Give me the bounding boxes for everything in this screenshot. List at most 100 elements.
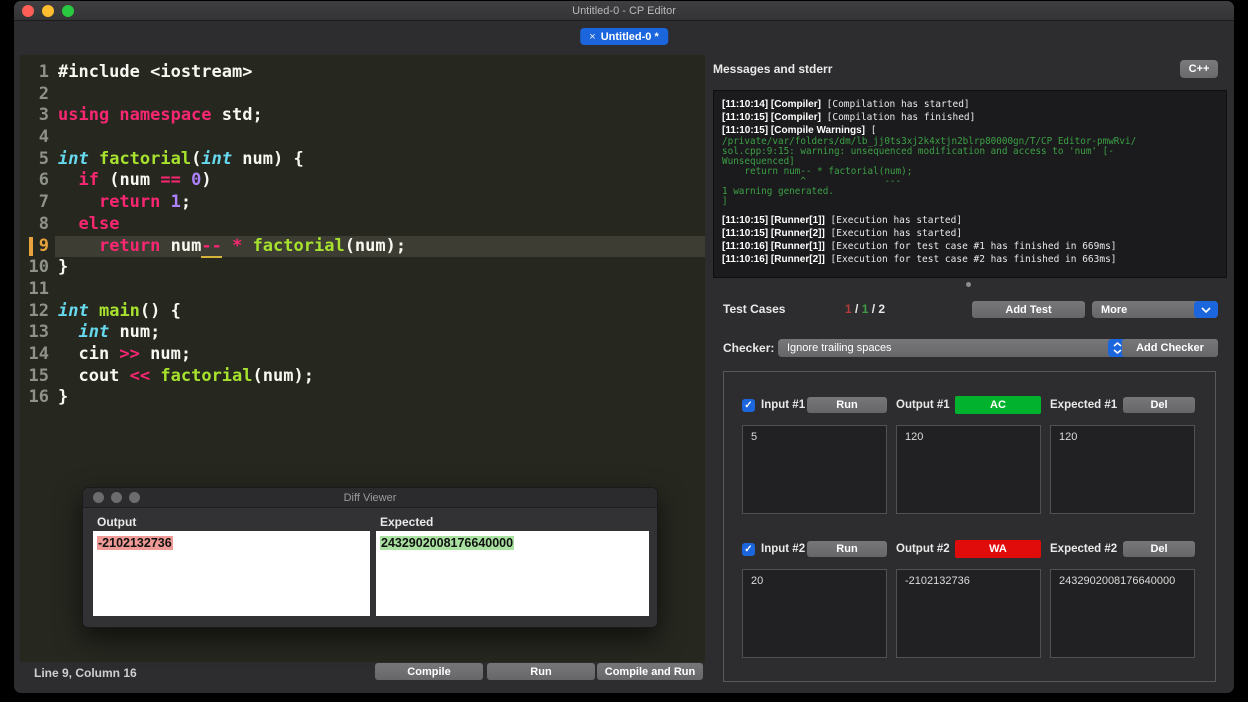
run-testcase-button[interactable]: Run: [807, 541, 887, 557]
compile-button[interactable]: Compile: [375, 663, 483, 680]
console-timestamp: [11:10:16] [Runner[1]]: [722, 241, 825, 252]
line-number: 1: [38, 62, 49, 82]
console-message: [Execution for test case #2 has finished…: [824, 254, 1117, 265]
code-text: int num;: [78, 322, 161, 343]
output-label: Output #1: [896, 399, 950, 411]
output-box[interactable]: -2102132736: [896, 569, 1041, 658]
input-label: Input #2: [761, 543, 806, 555]
code-text: int main() {: [58, 300, 181, 321]
checker-dropdown[interactable]: Ignore trailing spaces: [778, 339, 1127, 357]
code-line: 4: [20, 127, 705, 149]
diff-viewer-title: Diff Viewer: [343, 491, 397, 504]
tab-untitled-0[interactable]: × Untitled-0 *: [580, 28, 668, 45]
tab-close-icon[interactable]: ×: [589, 31, 595, 43]
diff-close-icon[interactable]: [93, 492, 104, 503]
console-message: [Compilation has finished]: [820, 112, 976, 123]
line-number: 3: [38, 105, 49, 126]
code-line: 1 #include <iostream>: [20, 62, 705, 84]
code-text: int factorial(int num) {: [58, 148, 304, 169]
console-message: ]: [722, 196, 728, 207]
cursor-position-status: Line 9, Column 16: [34, 666, 137, 680]
more-dropdown-label: More: [1101, 303, 1128, 316]
delete-testcase-button[interactable]: Del: [1123, 541, 1195, 557]
expected-box[interactable]: 2432902008176640000: [1050, 569, 1195, 658]
compiler-console[interactable]: [11:10:14] [Compiler] [Compilation has s…: [713, 90, 1227, 278]
code-line: 7 return 1;: [20, 192, 705, 214]
test-cases-heading: Test Cases: [723, 302, 786, 316]
minimize-window-icon[interactable]: [42, 5, 54, 17]
console-timestamp: [11:10:16] [Runner[2]]: [722, 254, 825, 265]
line-number: 9: [38, 235, 49, 256]
window-title: Untitled-0 - CP Editor: [572, 4, 676, 17]
verdict-badge[interactable]: WA: [955, 540, 1041, 558]
console-line: [11:10:16] [Runner[1]] [Execution for te…: [722, 240, 1218, 253]
console-message: [Execution has started]: [824, 215, 963, 226]
console-line: [11:10:15] [Runner[2]] [Execution has st…: [722, 227, 1218, 240]
input-checkbox[interactable]: ✓: [742, 542, 755, 556]
run-testcase-button[interactable]: Run: [807, 397, 887, 413]
close-window-icon[interactable]: [22, 5, 34, 17]
line-number: 7: [38, 192, 49, 213]
code-line: 12 int main() {: [20, 301, 705, 323]
title-bar[interactable]: Untitled-0 - CP Editor: [14, 1, 1234, 21]
code-line: 15 cout << factorial(num);: [20, 366, 705, 388]
code-text: }: [58, 387, 69, 408]
add-checker-button[interactable]: Add Checker: [1122, 339, 1218, 357]
line-number: 13: [28, 322, 49, 343]
code-line: 10}: [20, 257, 705, 279]
console-line: 1 warning generated.: [722, 187, 1218, 197]
code-line: 3 using namespace std;: [20, 105, 705, 127]
more-dropdown[interactable]: More: [1092, 301, 1218, 318]
code-text: cout << factorial(num);: [58, 365, 314, 386]
compile-and-run-button[interactable]: Compile and Run: [597, 663, 703, 680]
chevron-down-icon[interactable]: [1194, 301, 1218, 318]
checker-selected-value: Ignore trailing spaces: [787, 342, 892, 354]
console-message: [Execution for test case #1 has finished…: [824, 241, 1117, 252]
input-checkbox[interactable]: ✓: [742, 398, 755, 412]
verdict-summary: 1 / 1 / 2: [845, 302, 885, 316]
console-line: [11:10:15] [Runner[1]] [Execution has st…: [722, 214, 1218, 227]
console-timestamp: [11:10:14] [Compiler]: [722, 99, 821, 110]
line-number: 8: [38, 213, 49, 234]
diff-viewer-title-bar[interactable]: Diff Viewer: [83, 488, 657, 508]
line-number: 11: [28, 278, 49, 299]
console-timestamp: [11:10:15] [Compiler]: [722, 112, 821, 123]
console-timestamp: [11:10:15] [Runner[1]]: [722, 215, 825, 226]
console-message: [Execution has started]: [824, 228, 963, 239]
code-line: 9 return num-- * factorial(num);: [20, 235, 705, 258]
input-label: Input #1: [761, 399, 806, 411]
language-button[interactable]: C++: [1180, 60, 1218, 78]
code-line: 2: [20, 84, 705, 106]
console-line: ]: [722, 197, 1218, 207]
code-text: }: [58, 257, 69, 278]
diff-zoom-icon[interactable]: [129, 492, 140, 503]
diff-viewer-window: Diff Viewer Output Expected -2102132736 …: [82, 487, 658, 628]
code-text: cin >> num;: [58, 343, 192, 364]
console-line: [11:10:15] [Compiler] [Compilation has f…: [722, 111, 1218, 124]
diff-minimize-icon[interactable]: [111, 492, 122, 503]
diff-expected-pane: 2432902008176640000: [376, 531, 649, 616]
expected-box[interactable]: 120: [1050, 425, 1195, 514]
total-count: 2: [878, 302, 886, 316]
checker-label: Checker:: [723, 341, 775, 355]
input-box[interactable]: 5: [742, 425, 887, 514]
code-text: return num-- * factorial(num);: [55, 235, 705, 258]
run-button[interactable]: Run: [487, 663, 595, 680]
output-box[interactable]: 120: [896, 425, 1041, 514]
code-line: 6 if (num == 0): [20, 170, 705, 192]
input-box[interactable]: 20: [742, 569, 887, 658]
verdict-badge[interactable]: AC: [955, 396, 1041, 414]
console-message: [: [865, 125, 877, 136]
zoom-window-icon[interactable]: [62, 5, 74, 17]
code-line: 13 int num;: [20, 322, 705, 344]
add-test-button[interactable]: Add Test: [972, 301, 1085, 318]
diff-expected-value: 2432902008176640000: [380, 536, 515, 550]
line-number: 2: [38, 83, 49, 104]
code-line: 5 int factorial(int num) {: [20, 149, 705, 171]
code-line: 14 cin >> num;: [20, 344, 705, 366]
splitter-handle[interactable]: [966, 282, 971, 287]
delete-testcase-button[interactable]: Del: [1123, 397, 1195, 413]
